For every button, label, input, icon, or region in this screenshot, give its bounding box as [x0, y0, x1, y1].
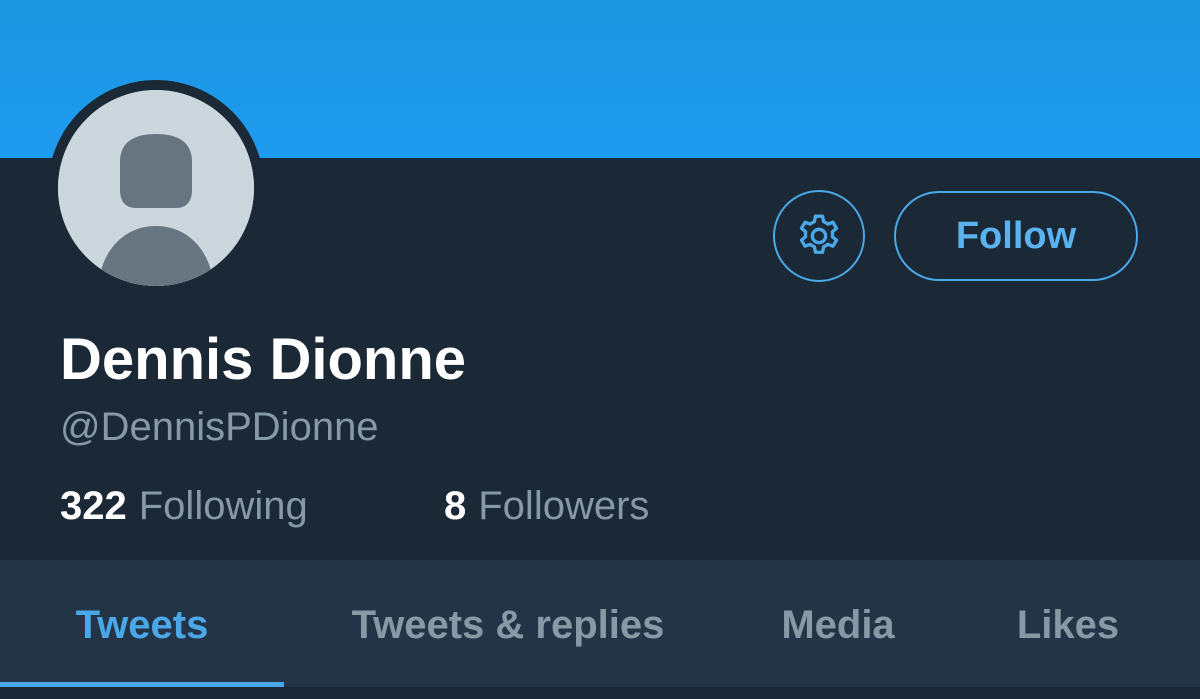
- tab-media[interactable]: Media: [730, 560, 946, 690]
- tab-bar-divider: [0, 687, 1200, 699]
- follow-button[interactable]: Follow: [894, 191, 1138, 281]
- avatar[interactable]: [58, 90, 254, 286]
- following-label: Following: [138, 484, 308, 528]
- tab-tweets-and-replies[interactable]: Tweets & replies: [290, 560, 726, 690]
- followers-count: 8: [444, 484, 467, 528]
- followers-stat[interactable]: 8 Followers: [444, 480, 649, 532]
- following-stat[interactable]: 322 Following: [60, 480, 308, 532]
- profile-tabs: Tweets Tweets & replies Media Likes: [0, 560, 1200, 699]
- user-handle: @DennisPDionne: [60, 405, 379, 449]
- gear-icon: [799, 214, 839, 254]
- followers-label: Followers: [478, 484, 650, 528]
- display-name: Dennis Dionne: [60, 327, 467, 392]
- profile-page: Follow Dennis Dionne @DennisPDionne 322 F…: [0, 0, 1200, 699]
- default-avatar-icon: [58, 90, 254, 286]
- settings-button[interactable]: [773, 190, 865, 282]
- tab-likes[interactable]: Likes: [960, 560, 1176, 690]
- following-count: 322: [60, 484, 127, 528]
- tab-tweets[interactable]: Tweets: [0, 560, 284, 690]
